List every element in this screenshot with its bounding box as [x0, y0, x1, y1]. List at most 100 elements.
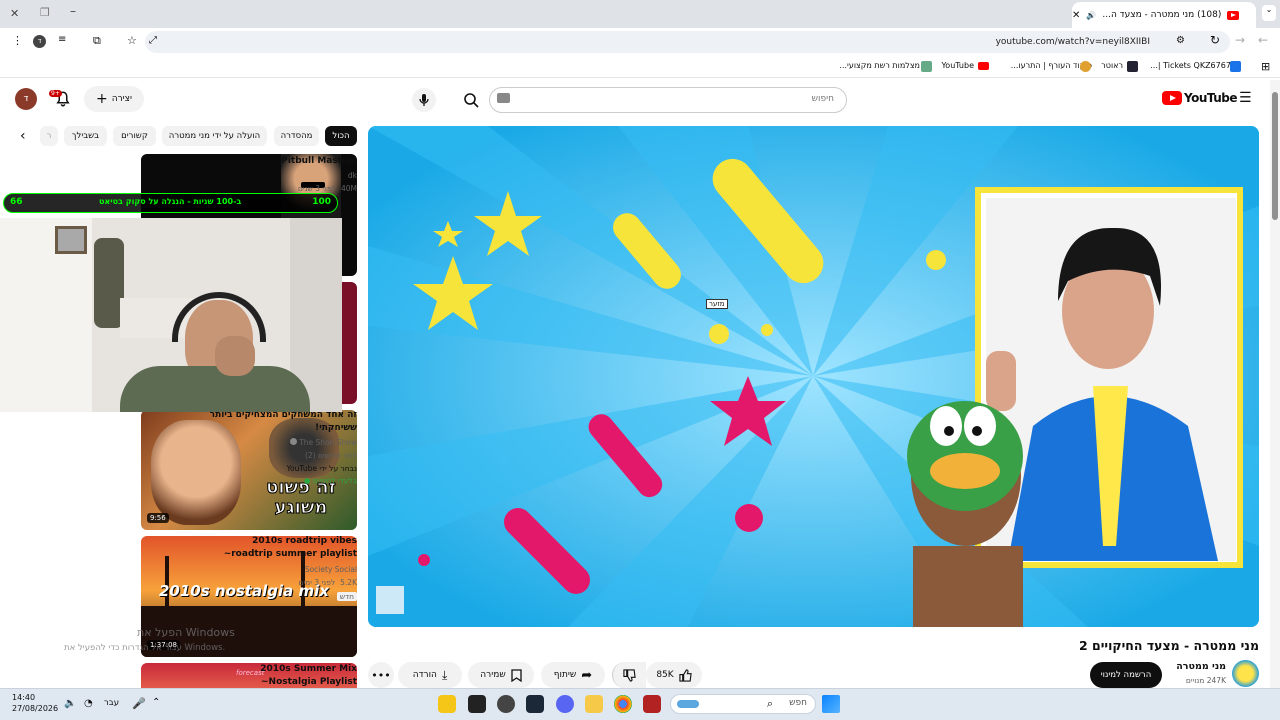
taskbar-chrome-icon[interactable]	[614, 695, 632, 713]
windows-start-icon[interactable]	[822, 695, 840, 713]
mic-tray-icon[interactable]: 🎤	[132, 697, 146, 710]
channel-avatar[interactable]	[1232, 660, 1259, 687]
extensions-icon[interactable]: ⧉	[93, 34, 101, 48]
screen-share-icon[interactable]: ⤢	[149, 35, 157, 46]
share-icon: ➦	[581, 667, 593, 683]
youtube-logo[interactable]: YouTube	[1162, 91, 1238, 105]
plus-icon: +	[95, 91, 108, 107]
search-button[interactable]	[452, 87, 489, 113]
account-avatar[interactable]: ד	[15, 88, 37, 110]
bookmark-item[interactable]: מצלמות רשת מקצועי...	[839, 61, 920, 70]
site-settings-icon[interactable]: ⚙	[1176, 35, 1185, 46]
duration-badge: 9:56	[147, 513, 169, 523]
url-text[interactable]: youtube.com/watch?v=neyil8XIIBI	[996, 37, 1150, 47]
close-window-icon[interactable]: ✕	[10, 7, 19, 20]
search-icon: ⌕	[766, 697, 773, 710]
media-control-icon[interactable]: ≡	[58, 34, 66, 45]
url-box[interactable]: ☆ ⤢ youtube.com/watch?v=neyil8XIIBI ⚙	[127, 31, 1230, 53]
share-button[interactable]: שיתוף ➦	[541, 662, 605, 688]
browser-tab-active[interactable]: (108) מני ממטרה - מצעד ה... 🔊 ✕	[1072, 2, 1256, 28]
new-badge: חדש	[207, 592, 357, 601]
taskbar-steam-icon[interactable]	[526, 695, 544, 713]
windows-taskbar	[0, 688, 1280, 720]
chip-partial[interactable]: ר	[40, 126, 58, 146]
back-icon[interactable]: ←	[1258, 33, 1268, 47]
more-horizontal-icon: •••	[371, 668, 391, 682]
clock-time: 14:40	[12, 693, 36, 702]
channel-name[interactable]: Society Social	[207, 565, 357, 574]
chevron-left-icon[interactable]: ‹	[20, 128, 26, 144]
tab-close-icon[interactable]: ✕	[1072, 10, 1080, 21]
profile-icon[interactable]: ד	[33, 35, 46, 48]
chip-related[interactable]: קשורים	[113, 126, 156, 146]
create-button[interactable]: + יצירה	[84, 86, 144, 112]
video-meta: 40M לפני 3 שנים	[207, 184, 357, 193]
windows-activation-subtitle: עבור אל הגדרות כדי להפעיל את Windows.	[64, 643, 226, 653]
tab-search-icon[interactable]: ⌄	[1262, 5, 1276, 21]
video-title[interactable]: 2010s Summer Mix ~Nostalgia Playlist	[207, 663, 357, 689]
audio-icon[interactable]: 🔊	[1086, 11, 1096, 20]
video-meta: 5.2K לפני 3 ימים	[207, 578, 357, 587]
scrollbar-thumb[interactable]	[1272, 92, 1278, 220]
hud-text: ב-100 שניות - הנגלה על סקוק בטיאט	[99, 197, 242, 206]
chip-uploaded-by[interactable]: הועלה על ידי מני ממטרה	[162, 126, 267, 146]
taskbar-app-icon[interactable]	[468, 695, 486, 713]
channel-name[interactable]: The Shon Show	[207, 438, 357, 447]
tab-strip: ✕ ❐ – + (108) מני ממטרה - מצעד ה... 🔊 ✕ …	[0, 0, 1280, 28]
restore-window-icon[interactable]: ❐	[40, 6, 50, 19]
subscribe-button[interactable]: הרשמה למינוי	[1090, 662, 1162, 688]
search-placeholder: חיפוש	[811, 94, 834, 104]
taskbar-shield-icon[interactable]	[643, 695, 661, 713]
taskbar-app-icon[interactable]	[438, 695, 456, 713]
save-button[interactable]: שמירה	[468, 662, 534, 688]
chip-series[interactable]: מהסדרה	[274, 126, 319, 146]
windows-activation-title: הפעל את Windows	[137, 626, 235, 639]
video-player[interactable]: מזער	[368, 126, 1259, 627]
bookmark-item[interactable]: YouTube	[941, 61, 974, 70]
taskbar-obs-icon[interactable]	[497, 695, 515, 713]
video-title[interactable]: זה אחד המשחקים המצחיקים ביותר ששיחקתי!	[207, 409, 357, 435]
like-count: 85K	[656, 670, 674, 680]
verified-icon	[289, 438, 297, 445]
forward-icon[interactable]: →	[1235, 33, 1245, 47]
channel-name-main[interactable]: מני ממטרה	[1176, 661, 1226, 672]
reload-icon[interactable]: ↻	[1210, 33, 1220, 47]
chip-all[interactable]: הכול	[325, 126, 357, 146]
more-actions-button[interactable]: •••	[368, 662, 394, 688]
webcam-hud-bar: 66 ב-100 שניות - הנגלה על סקוק בטיאט 100	[3, 193, 338, 213]
minimize-window-icon[interactable]: –	[70, 4, 76, 18]
youtube-logo-text: YouTube	[1184, 91, 1238, 105]
volume-icon[interactable]: 🔈	[64, 698, 76, 709]
channel-name[interactable]: dk	[207, 171, 357, 180]
bookmark-icon	[511, 668, 522, 682]
video-title-main: מני ממטרה - מצעד החיקויים 2	[1078, 638, 1259, 653]
taskbar-explorer-icon[interactable]	[585, 695, 603, 713]
voice-search-icon[interactable]	[412, 88, 436, 112]
bookmark-favicon-icon	[1230, 61, 1241, 72]
network-icon[interactable]: ◔	[84, 698, 93, 709]
bookmark-item[interactable]: Tickets QKZ67677 |...	[1150, 61, 1236, 70]
apps-grid-icon[interactable]: ⊞	[1261, 60, 1270, 73]
like-button[interactable]: 85K	[646, 662, 702, 688]
bookmark-star-icon[interactable]: ☆	[127, 34, 137, 47]
keyboard-icon[interactable]	[497, 93, 510, 103]
taskbar-search[interactable]: חפש ⌕	[670, 694, 816, 714]
save-label: שמירה	[480, 670, 506, 680]
members-only-badge: בלעדי למנויים ●	[303, 476, 357, 485]
language-indicator[interactable]: עבר	[104, 698, 119, 708]
system-clock[interactable]: 14:40 27/08/2026	[12, 692, 58, 714]
hamburger-menu-icon[interactable]: ☰	[1239, 90, 1252, 106]
youtube-favicon-icon	[1227, 10, 1240, 20]
search-input[interactable]: חיפוש	[489, 87, 847, 113]
video-title[interactable]: Pitbull Mashup	[207, 155, 357, 168]
tray-expand-icon[interactable]: ⌃	[152, 697, 160, 708]
taskbar-discord-icon[interactable]	[556, 695, 574, 713]
video-title[interactable]: 2010s roadtrip vibes ~roadtrip summer pl…	[207, 535, 357, 561]
menu-kebab-icon[interactable]: ⋮	[12, 34, 23, 47]
bookmark-item[interactable]: ראוטר	[1101, 61, 1123, 70]
download-button[interactable]: הורדה ⤓	[398, 662, 462, 688]
thumbs-up-icon	[679, 668, 692, 682]
dislike-button[interactable]	[612, 662, 646, 688]
chip-for-you[interactable]: בשבילך	[64, 126, 107, 146]
download-icon: ⤓	[441, 667, 448, 682]
